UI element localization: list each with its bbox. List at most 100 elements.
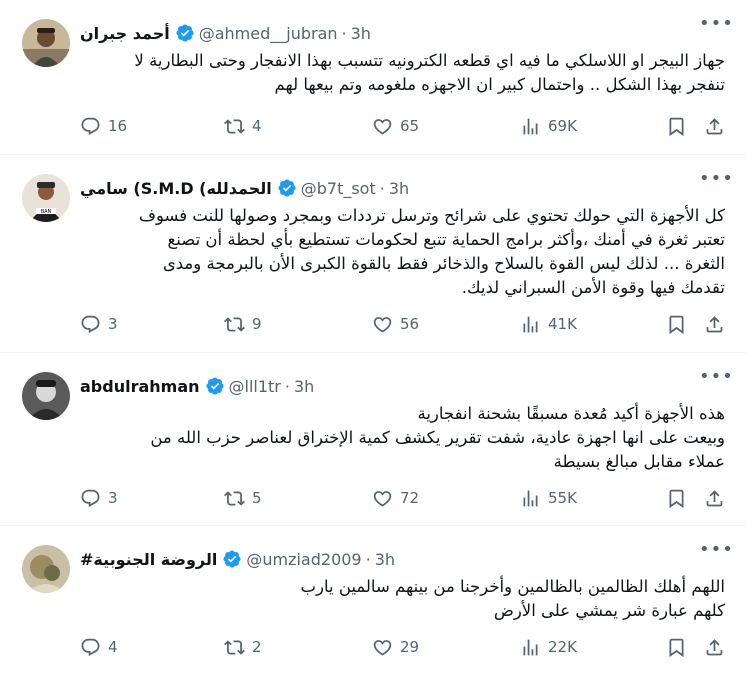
more-icon[interactable]: ••• — [699, 15, 733, 38]
repost-count: 4 — [252, 117, 262, 135]
more-icon[interactable]: ••• — [699, 170, 733, 193]
tweet-text: هذه الأجهزة أكيد مُعدة مسبقًا بشحنة انفج… — [80, 402, 725, 474]
avatar[interactable]: BAN — [22, 174, 70, 222]
reply-icon — [81, 315, 100, 333]
like-count: 56 — [400, 315, 420, 333]
bookmark-button[interactable] — [666, 635, 687, 659]
tweet-header: أحمد جبران @ahmed__jubran · 3h — [80, 22, 371, 44]
like-icon — [373, 118, 392, 135]
tweet-text-line: تعتبر ثغرة في أمنك ،وأكثر برامج الحماية … — [167, 230, 726, 249]
tweet-text: اللهم أهلك الظالمين بالظالمين وأخرجنا من… — [80, 575, 725, 623]
repost-count: 2 — [252, 638, 262, 656]
timestamp[interactable]: 3h — [294, 377, 314, 396]
share-icon — [706, 117, 723, 134]
author-name[interactable]: الحمدلله) S.M.D) سامي — [80, 179, 272, 198]
like-button[interactable]: 72 — [372, 486, 419, 510]
share-icon — [706, 315, 723, 332]
avatar[interactable] — [22, 19, 70, 67]
bookmark-icon — [669, 315, 684, 334]
views-count: 69K — [548, 117, 577, 135]
more-icon[interactable]: ••• — [699, 368, 733, 391]
reply-count: 3 — [108, 489, 118, 507]
views-button[interactable]: 55K — [520, 486, 577, 510]
reply-button[interactable]: 4 — [80, 635, 118, 659]
views-count: 55K — [548, 489, 577, 507]
reply-icon — [81, 117, 100, 135]
more-icon[interactable]: ••• — [699, 541, 733, 564]
tweet-text: كل الأجهزة التي حولك تحتوي على شرائح وتر… — [80, 204, 725, 300]
tweet-text-line: هذه الأجهزة أكيد مُعدة مسبقًا بشحنة انفج… — [417, 404, 725, 423]
tweet-text: جهاز البيجر او اللاسلكي ما فيه اي قطعه ا… — [80, 49, 725, 97]
like-count: 72 — [400, 489, 420, 507]
repost-button[interactable]: 4 — [224, 114, 262, 138]
like-button[interactable]: 56 — [372, 312, 419, 336]
repost-count: 5 — [252, 489, 262, 507]
share-button[interactable] — [704, 114, 725, 138]
bookmark-icon — [669, 638, 684, 657]
views-icon — [523, 316, 538, 332]
like-icon — [373, 639, 392, 656]
tweet-text-line: اللهم أهلك الظالمين بالظالمين وأخرجنا من… — [300, 577, 725, 596]
like-icon — [373, 490, 392, 507]
tweet[interactable]: abdulrahman @lll1tr · 3h ••• هذه الأجهزة… — [0, 353, 747, 526]
views-count: 22K — [548, 638, 577, 656]
views-button[interactable]: 22K — [520, 635, 577, 659]
action-bar: 4 2 29 22K — [80, 635, 730, 659]
timestamp[interactable]: 3h — [351, 24, 371, 43]
share-icon — [706, 638, 723, 655]
verified-badge-icon — [176, 24, 194, 42]
tweet-text-line: تنفجر بهذا الشكل .. واحتمال كبير ان الاج… — [274, 75, 725, 94]
reply-count: 16 — [108, 117, 128, 135]
repost-icon — [224, 639, 245, 655]
share-button[interactable] — [704, 486, 725, 510]
tweet[interactable]: أحمد جبران @ahmed__jubran · 3h ••• جهاز … — [0, 0, 747, 155]
like-count: 65 — [400, 117, 420, 135]
bookmark-button[interactable] — [666, 114, 687, 138]
author-name[interactable]: أحمد جبران — [80, 24, 170, 43]
reply-button[interactable]: 3 — [80, 486, 118, 510]
author-handle[interactable]: @ahmed__jubran — [199, 24, 338, 43]
tweet[interactable]: BAN الحمدلله) S.M.D) سامي @b7t_sot · 3h … — [0, 155, 747, 353]
author-handle[interactable]: @lll1tr — [229, 377, 281, 396]
like-button[interactable]: 65 — [372, 114, 419, 138]
avatar[interactable] — [22, 545, 70, 593]
reply-count: 4 — [108, 638, 118, 656]
share-button[interactable] — [704, 312, 725, 336]
action-bar: 16 4 65 69K — [80, 114, 730, 138]
repost-button[interactable]: 5 — [224, 486, 262, 510]
views-button[interactable]: 41K — [520, 312, 577, 336]
reply-button[interactable]: 16 — [80, 114, 127, 138]
bookmark-icon — [669, 117, 684, 136]
like-count: 29 — [400, 638, 420, 656]
reply-button[interactable]: 3 — [80, 312, 118, 336]
tweet[interactable]: الروضة الجنوبية# @umziad2009 · 3h ••• ال… — [0, 526, 747, 683]
repost-button[interactable]: 9 — [224, 312, 262, 336]
author-handle[interactable]: @b7t_sot — [301, 179, 376, 198]
avatar[interactable] — [22, 372, 70, 420]
verified-badge-icon — [223, 550, 241, 568]
tweet-text-line: جهاز البيجر او اللاسلكي ما فيه اي قطعه ا… — [134, 51, 725, 70]
repost-button[interactable]: 2 — [224, 635, 262, 659]
author-handle[interactable]: @umziad2009 — [246, 550, 361, 569]
views-count: 41K — [548, 315, 577, 333]
reply-icon — [81, 638, 100, 656]
views-icon — [523, 639, 538, 655]
tweet-text-line: تقدمك فيها وقوة الأمن السبراني لديك. — [461, 278, 725, 297]
tweet-text-line: وبيعت على انها اجهزة عادية، شفت تقرير يك… — [150, 428, 725, 447]
timestamp[interactable]: 3h — [375, 550, 395, 569]
tweet-header: الحمدلله) S.M.D) سامي @b7t_sot · 3h — [80, 177, 409, 199]
author-name[interactable]: abdulrahman — [80, 377, 200, 396]
views-button[interactable]: 69K — [520, 114, 577, 138]
author-name[interactable]: الروضة الجنوبية# — [80, 550, 217, 569]
share-button[interactable] — [704, 635, 725, 659]
bookmark-button[interactable] — [666, 312, 687, 336]
tweet-text-line: عملاء مقابل مبالغ بسيطة — [553, 452, 725, 471]
like-button[interactable]: 29 — [372, 635, 419, 659]
timestamp[interactable]: 3h — [389, 179, 409, 198]
reply-icon — [81, 489, 100, 507]
tweet-text-line: كلهم عبارة شر يمشي على الأرض — [493, 601, 725, 620]
action-bar: 3 9 56 41K — [80, 312, 730, 336]
repost-icon — [224, 490, 245, 506]
repost-icon — [224, 316, 245, 332]
bookmark-button[interactable] — [666, 486, 687, 510]
